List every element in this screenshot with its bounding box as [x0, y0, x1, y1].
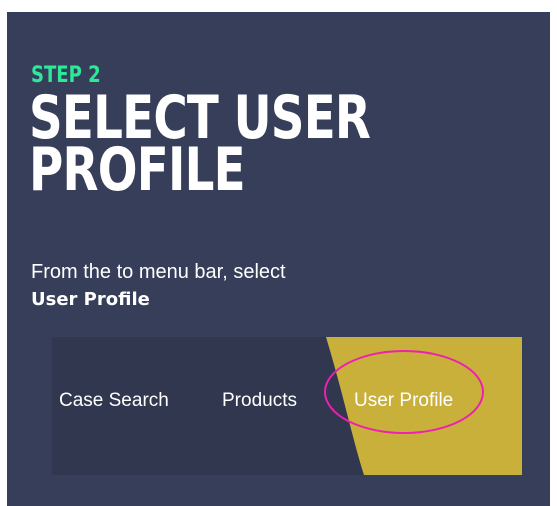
- menu-item-products[interactable]: Products: [222, 389, 297, 413]
- menu-item-user-profile[interactable]: User Profile: [354, 389, 453, 413]
- menu-bar: Case Search Products User Profile: [52, 337, 522, 475]
- menu-item-case-search[interactable]: Case Search: [59, 389, 169, 413]
- step-description: From the to menu bar, select: [31, 261, 286, 283]
- step-title: SELECT USER PROFILE: [29, 88, 371, 200]
- step-description-target: User Profile: [31, 289, 150, 310]
- instruction-card: STEP 2 SELECT USER PROFILE From the to m…: [7, 12, 550, 506]
